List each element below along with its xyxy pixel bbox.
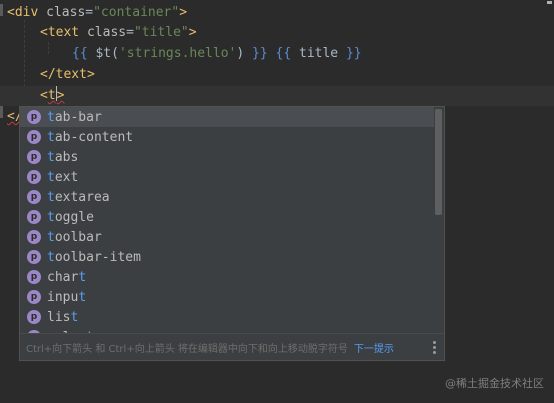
autocomplete-item[interactable]: p t oggle (20, 207, 434, 227)
code-line-1: <div class="container"> (7, 5, 188, 20)
autocomplete-item[interactable]: p t ext (20, 167, 434, 187)
autocomplete-item[interactable]: p t abs (20, 147, 434, 167)
property-badge-icon: p (27, 190, 41, 204)
code-line-5-current[interactable]: <t> (0, 86, 554, 106)
property-badge-icon: p (27, 210, 41, 224)
autocomplete-footer: Ctrl+向下箭头 和 Ctrl+向上箭头 将在编辑器中向下和向上移动脱字符号下… (20, 333, 444, 360)
next-tip-link[interactable]: 下一提示 (354, 340, 394, 355)
property-badge-icon: p (27, 270, 41, 284)
autocomplete-item[interactable]: p t oolbar (20, 227, 434, 247)
autocomplete-list[interactable]: p t ab-bar p t ab-content p t abs p t ext p t exta… (20, 107, 434, 334)
property-badge-icon: p (27, 290, 41, 304)
property-badge-icon: p (27, 230, 41, 244)
code-line-4: </text> (40, 67, 95, 82)
property-badge-icon: p (27, 130, 41, 144)
footer-hint: Ctrl+向下箭头 和 Ctrl+向上箭头 将在编辑器中向下和向上移动脱字符号 (26, 343, 348, 355)
autocomplete-item[interactable]: p lis t (20, 307, 434, 327)
autocomplete-scrollbar[interactable] (435, 109, 442, 332)
autocomplete-item[interactable]: p inpu t (20, 287, 434, 307)
kebab-menu-icon[interactable] (433, 341, 436, 354)
property-badge-icon: p (27, 110, 41, 124)
property-badge-icon: p (27, 170, 41, 184)
autocomplete-item[interactable]: p t extarea (20, 187, 434, 207)
property-badge-icon: p (27, 250, 41, 264)
watermark: @稀土掘金技术社区 (445, 377, 544, 390)
indent-guide (48, 42, 49, 54)
property-badge-icon: p (27, 310, 41, 324)
autocomplete-item[interactable]: p t ab-content (20, 127, 434, 147)
fold-gutter-marker (0, 4, 3, 16)
scrollbar-thumb[interactable] (435, 109, 442, 215)
indent-guide (24, 20, 25, 92)
code-line-2: <text class="title"> (40, 25, 197, 40)
autocomplete-item[interactable]: p char t (20, 267, 434, 287)
code-line-3: {{ $t('strings.hello') }} {{ title }} (72, 46, 362, 61)
property-badge-icon: p (27, 150, 41, 164)
autocomplete-popup[interactable]: p t ab-bar p t ab-content p t abs p t ext p t exta… (19, 106, 445, 361)
autocomplete-item[interactable]: p t oolbar-item (20, 247, 434, 267)
autocomplete-item[interactable]: p t ab-bar (20, 107, 434, 127)
